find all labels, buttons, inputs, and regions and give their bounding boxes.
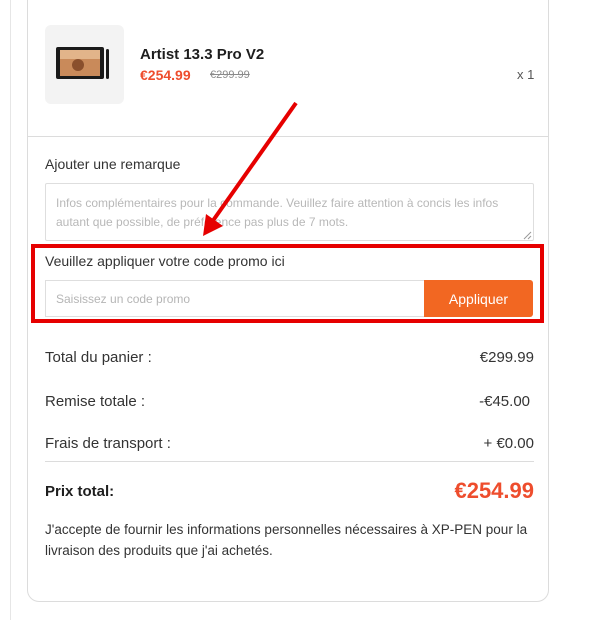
cart-total-label: Total du panier : bbox=[45, 349, 152, 366]
consent-text: J'accepte de fournir les informations pe… bbox=[45, 522, 528, 558]
cart-total-value: €299.99 bbox=[479, 349, 534, 366]
discount-value: -€45.00 bbox=[479, 393, 530, 410]
grand-total-label: Prix total: bbox=[45, 483, 115, 500]
grand-total-value: €254.99 bbox=[454, 478, 534, 503]
shipping-label: Frais de transport : bbox=[45, 435, 171, 452]
shipping-value: + €0.00 bbox=[483, 435, 534, 452]
discount-label: Remise totale : bbox=[45, 393, 146, 410]
summary-divider bbox=[45, 461, 534, 462]
